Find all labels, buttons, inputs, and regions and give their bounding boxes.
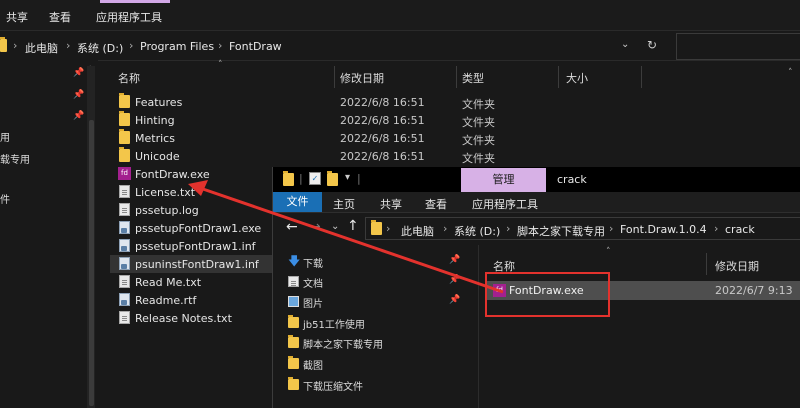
arrow-head	[188, 180, 208, 196]
arrow-line	[199, 186, 504, 294]
annotation-arrow	[188, 180, 504, 294]
